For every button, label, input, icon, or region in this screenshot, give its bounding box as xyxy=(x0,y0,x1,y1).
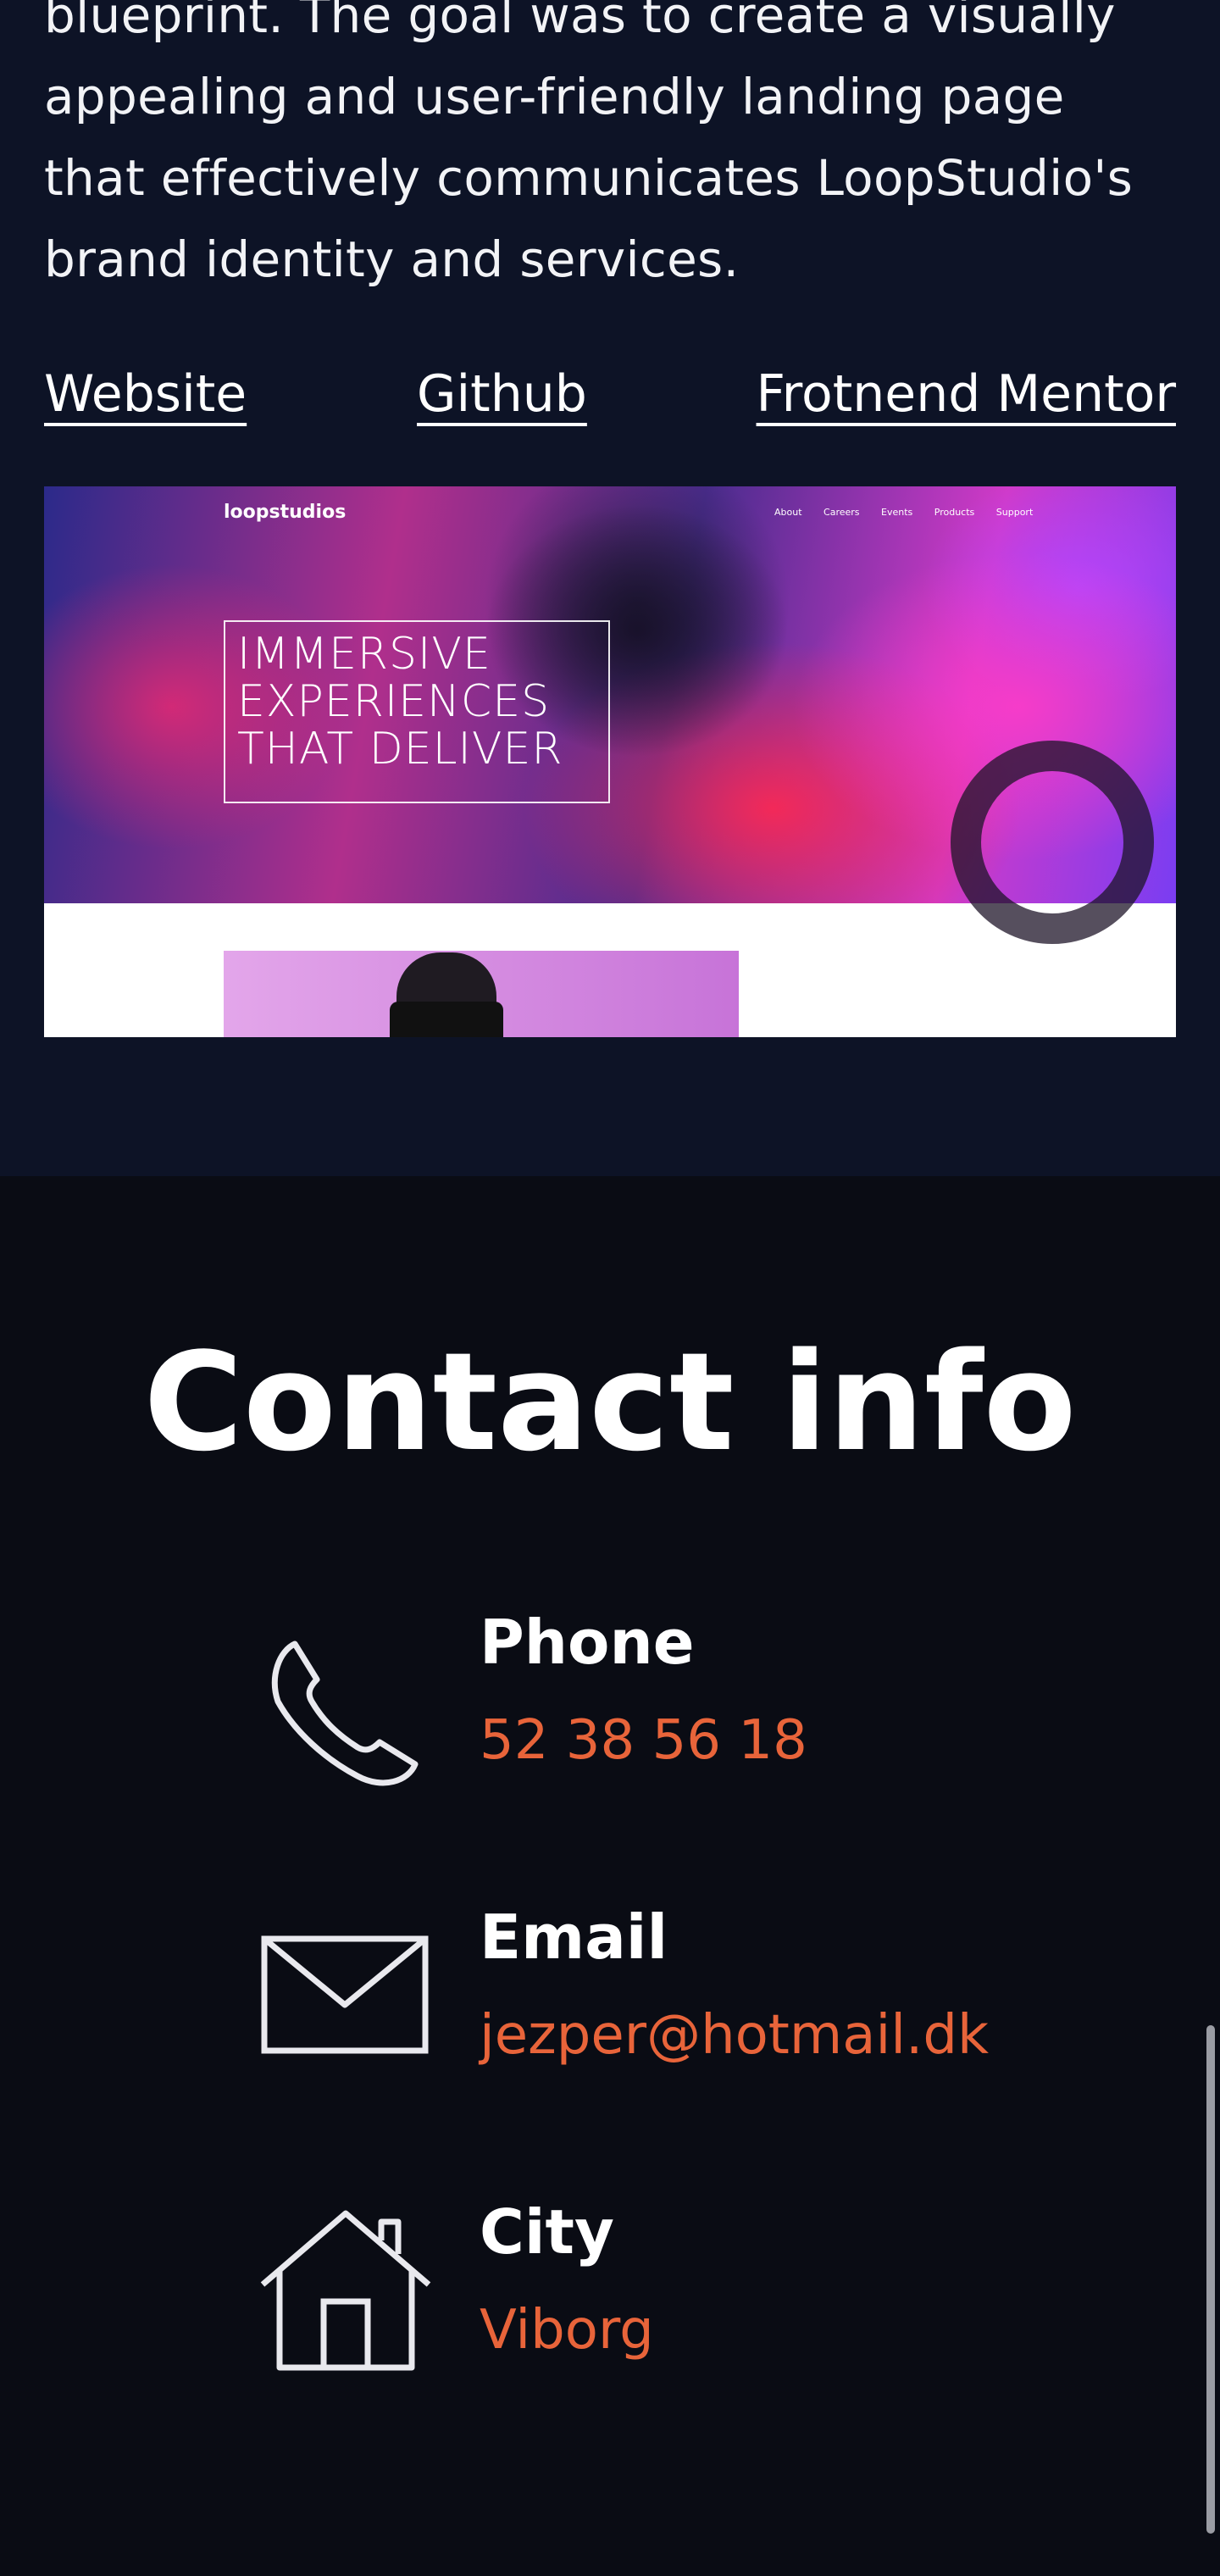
contact-item-phone: Phone 52 38 56 18 xyxy=(254,1602,1017,1788)
preview-headline: IMMERSIVE EXPERIENCES THAT DELIVER xyxy=(224,620,610,803)
contact-title: Contact info xyxy=(143,1323,1077,1481)
preview-nav-item: About xyxy=(774,507,802,518)
preview-hero: loopstudios About Careers Events Product… xyxy=(44,486,1176,944)
github-link[interactable]: Github xyxy=(417,356,587,432)
preview-nav-item: Events xyxy=(881,507,913,518)
contact-label: Email xyxy=(480,1901,668,1973)
preview-logo: loopstudios xyxy=(224,502,347,523)
phone-icon xyxy=(272,1641,419,1786)
contact-label: City xyxy=(480,2196,614,2268)
contact-section: Contact info Phone 52 38 56 18 Email jez… xyxy=(0,1176,1220,2576)
contact-item-city: City Viborg xyxy=(254,2191,1017,2378)
envelope-icon xyxy=(261,1935,429,2054)
preview-nav-item: Support xyxy=(995,507,1034,518)
project-links: Website Github Frotnend Mentor xyxy=(44,356,1176,437)
house-icon xyxy=(260,2210,431,2371)
email-value[interactable]: jezper@hotmail.dk xyxy=(480,1995,989,2076)
preview-nav-item: Products xyxy=(934,507,975,518)
contact-label: Phone xyxy=(480,1607,695,1678)
project-description: blueprint. The goal was to create a visu… xyxy=(44,0,1134,288)
website-link[interactable]: Website xyxy=(44,356,247,432)
project-preview-image: loopstudios About Careers Events Product… xyxy=(44,486,1176,1037)
scrollbar-thumb[interactable] xyxy=(1206,2025,1215,2534)
preview-nav-item: Careers xyxy=(824,507,860,518)
frontend-mentor-link[interactable]: Frotnend Mentor xyxy=(757,356,1176,432)
project-section: blueprint. The goal was to create a visu… xyxy=(0,0,1220,1176)
preview-card-image xyxy=(224,951,739,1037)
city-value: Viborg xyxy=(480,2299,654,2362)
preview-nav: About Careers Events Products Support xyxy=(774,507,1051,518)
phone-value[interactable]: 52 38 56 18 xyxy=(480,1700,807,1781)
contact-item-email: Email jezper@hotmail.dk xyxy=(254,1896,1017,2083)
